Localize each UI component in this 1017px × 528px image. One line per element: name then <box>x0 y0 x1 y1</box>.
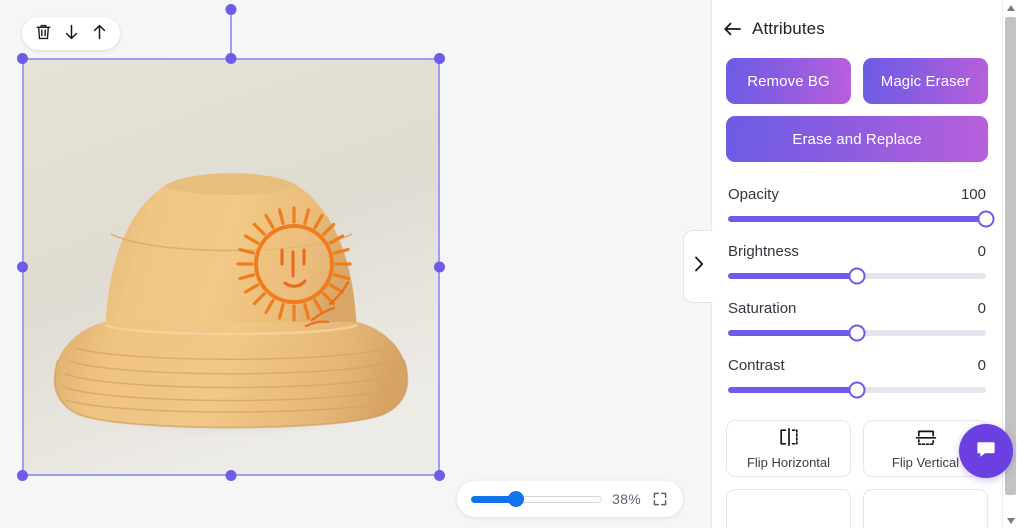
brightness-label: Brightness <box>728 243 799 260</box>
trash-icon <box>35 23 52 44</box>
resize-handle-middle-right[interactable] <box>434 261 445 273</box>
chat-bubble-icon <box>974 437 998 466</box>
page-title: Attributes <box>752 19 825 38</box>
opacity-slider-fill <box>728 216 986 222</box>
erase-and-replace-button[interactable]: Erase and Replace <box>726 116 988 162</box>
flip-horizontal-icon <box>777 427 801 450</box>
zoom-control-bar: 38% <box>457 481 683 517</box>
extra-action-button-1[interactable] <box>726 489 851 528</box>
saturation-slider[interactable] <box>728 324 986 342</box>
flip-button-grid: Flip Horizontal Flip Vertical <box>726 414 988 528</box>
zoom-slider[interactable] <box>471 491 603 507</box>
object-toolbar <box>22 17 120 50</box>
caret-down-icon[interactable] <box>1003 513 1017 528</box>
saturation-slider-block: Saturation 0 <box>726 300 988 342</box>
remove-bg-button[interactable]: Remove BG <box>726 58 851 104</box>
zoom-level-label: 38% <box>612 491 641 507</box>
resize-handle-top-center[interactable] <box>225 53 237 64</box>
zoom-slider-thumb[interactable] <box>508 491 525 507</box>
zoom-slider-fill <box>471 495 513 503</box>
resize-handle-top-right[interactable] <box>434 53 445 64</box>
arrow-up-icon <box>91 23 108 44</box>
flip-vertical-icon <box>914 427 938 450</box>
panel-collapse-toggle[interactable] <box>683 230 713 303</box>
resize-handle-top-left[interactable] <box>17 53 28 64</box>
flip-horizontal-button[interactable]: Flip Horizontal <box>726 420 851 477</box>
extra-action-button-2[interactable] <box>863 489 988 528</box>
saturation-label: Saturation <box>728 300 797 317</box>
delete-button[interactable] <box>30 21 56 47</box>
opacity-slider-header: Opacity 100 <box>726 186 988 203</box>
contrast-slider-block: Contrast 0 <box>726 357 988 399</box>
back-button[interactable] <box>723 21 742 37</box>
resize-handle-bottom-center[interactable] <box>225 470 237 481</box>
image-editor-app: 38% Attributes Remove BG Magic Eraser Er… <box>0 0 1017 528</box>
saturation-slider-header: Saturation 0 <box>726 300 988 317</box>
selection-border <box>22 58 440 476</box>
saturation-slider-thumb[interactable] <box>848 324 866 342</box>
bring-forward-button[interactable] <box>86 21 112 47</box>
saturation-slider-fill <box>728 330 857 336</box>
chat-support-button[interactable] <box>959 424 1013 478</box>
flip-horizontal-label: Flip Horizontal <box>746 455 831 470</box>
resize-handle-bottom-left[interactable] <box>17 470 28 481</box>
contrast-value: 0 <box>977 357 986 374</box>
brightness-slider[interactable] <box>728 267 986 285</box>
brightness-slider-block: Brightness 0 <box>726 243 988 285</box>
ai-action-row-1: Remove BG Magic Eraser <box>726 58 988 116</box>
opacity-slider-block: Opacity 100 <box>726 186 995 228</box>
resize-handle-middle-left[interactable] <box>17 261 28 273</box>
resize-handle-bottom-right[interactable] <box>434 470 445 481</box>
magic-eraser-button[interactable]: Magic Eraser <box>863 58 988 104</box>
scrollbar-thumb[interactable] <box>1005 17 1016 495</box>
contrast-slider-fill <box>728 387 857 393</box>
opacity-slider-thumb[interactable] <box>977 210 995 228</box>
caret-up-icon[interactable] <box>1003 0 1017 15</box>
panel-header: Attributes <box>712 0 1002 58</box>
contrast-slider-thumb[interactable] <box>848 381 866 399</box>
adjustment-sliders: Opacity 100 Brightness 0 Saturation 0 Co… <box>726 174 995 399</box>
brightness-value: 0 <box>977 243 986 260</box>
brightness-slider-thumb[interactable] <box>848 267 866 285</box>
send-backward-button[interactable] <box>58 21 84 47</box>
canvas-area[interactable]: 38% <box>0 0 711 528</box>
rotate-handle[interactable] <box>225 4 237 15</box>
chevron-right-icon <box>693 255 705 278</box>
brightness-slider-header: Brightness 0 <box>726 243 988 260</box>
brightness-slider-fill <box>728 273 857 279</box>
ai-action-row-2: Erase and Replace <box>726 116 988 174</box>
saturation-value: 0 <box>977 300 986 317</box>
rotation-handle-line <box>230 9 232 58</box>
contrast-slider-header: Contrast 0 <box>726 357 988 374</box>
contrast-slider[interactable] <box>728 381 986 399</box>
opacity-value: 100 <box>960 186 986 203</box>
fullscreen-icon[interactable] <box>651 490 669 508</box>
contrast-label: Contrast <box>728 357 785 374</box>
arrow-down-icon <box>63 23 80 44</box>
flip-vertical-label: Flip Vertical <box>891 455 960 470</box>
opacity-slider[interactable] <box>728 210 995 228</box>
opacity-label: Opacity <box>728 186 779 203</box>
selected-object-frame[interactable] <box>17 4 445 481</box>
